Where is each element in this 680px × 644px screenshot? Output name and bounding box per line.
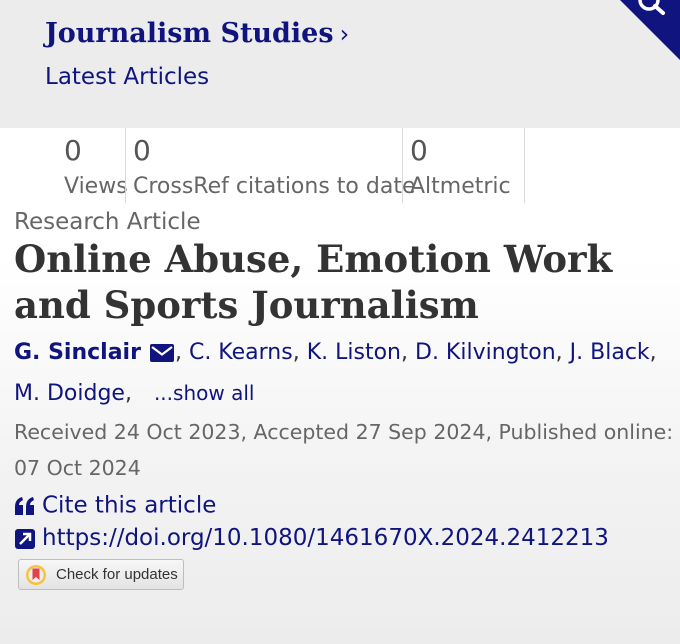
author-link[interactable]: M. Doidge — [14, 381, 125, 406]
envelope-icon[interactable] — [149, 343, 175, 363]
views-label: Views — [64, 174, 128, 199]
latest-articles-link[interactable]: Latest Articles — [45, 64, 209, 90]
search-button[interactable] — [600, 0, 680, 60]
cite-article-link[interactable]: Cite this article — [14, 492, 216, 519]
altmetric-count: 0 — [410, 134, 428, 167]
altmetric-label: Altmetric — [410, 174, 511, 199]
publication-dates: Received 24 Oct 2023, Accepted 27 Sep 20… — [14, 420, 674, 480]
author-list-continued: M. Doidge, ...show all — [14, 381, 255, 406]
check-for-updates-label: Check for updates — [56, 566, 178, 583]
journal-title: Journalism Studies — [45, 18, 334, 49]
article-title: Online Abuse, Emotion Work and Sports Jo… — [14, 237, 613, 327]
metric-citations[interactable]: 0 CrossRef citations to date — [126, 128, 415, 203]
external-link-icon — [15, 528, 35, 549]
journal-header: Journalism Studies › Latest Articles — [0, 0, 680, 128]
chevron-right-icon: › — [339, 20, 350, 48]
citations-count: 0 — [133, 134, 151, 167]
check-for-updates-button[interactable]: Check for updates — [18, 559, 184, 590]
cite-label: Cite this article — [42, 492, 217, 519]
author-list: G. Sinclair, C. Kearns, K. Liston, D. Ki… — [14, 340, 657, 365]
journal-title-link[interactable]: Journalism Studies › — [45, 18, 349, 49]
doi-link[interactable]: https://doi.org/10.1080/1461670X.2024.24… — [14, 525, 609, 551]
metric-divider — [524, 128, 525, 203]
show-all-authors-link[interactable]: ...show all — [154, 381, 255, 405]
article-header: 0 Views 0 CrossRef citations to date 0 A… — [0, 128, 680, 644]
metric-views: 0 Views — [0, 128, 128, 203]
metric-altmetric[interactable]: 0 Altmetric — [403, 128, 524, 203]
crossmark-icon — [26, 565, 46, 585]
citations-label: CrossRef citations to date — [133, 174, 416, 199]
article-type: Research Article — [14, 209, 201, 235]
author-link[interactable]: C. Kearns — [189, 340, 293, 365]
doi-url: https://doi.org/10.1080/1461670X.2024.24… — [42, 525, 609, 551]
author-link[interactable]: K. Liston — [307, 340, 401, 365]
author-link[interactable]: G. Sinclair — [14, 340, 141, 365]
author-link[interactable]: J. Black — [570, 340, 650, 365]
search-icon — [620, 0, 680, 60]
author-link[interactable]: D. Kilvington — [415, 340, 556, 365]
views-count: 0 — [64, 134, 82, 167]
quote-icon — [15, 496, 34, 515]
